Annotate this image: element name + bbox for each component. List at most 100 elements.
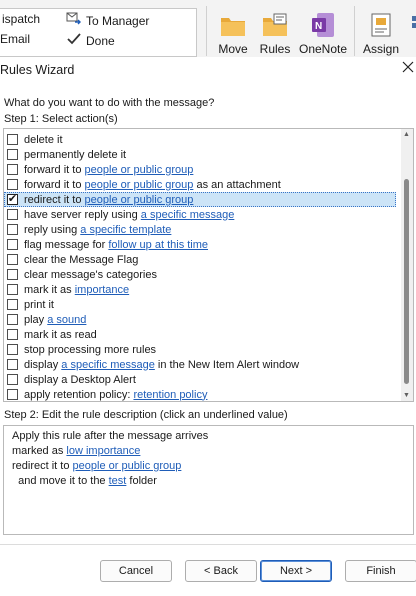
action-value-link[interactable]: people or public group <box>85 194 194 206</box>
rules-button[interactable]: Rules <box>252 6 298 56</box>
action-value-link[interactable]: retention policy <box>133 389 207 401</box>
action-item[interactable]: stop processing more rules <box>4 342 396 357</box>
action-text: redirect it to <box>24 193 85 206</box>
scrollbar-thumb[interactable] <box>404 179 409 384</box>
action-value-link[interactable]: follow up at this time <box>108 239 208 251</box>
rules-wizard-dialog: Rules Wizard What do you want to do with… <box>0 57 416 596</box>
action-checkbox[interactable] <box>7 224 18 235</box>
action-checkbox[interactable] <box>7 269 18 280</box>
description-value-link[interactable]: people or public group <box>73 460 182 472</box>
action-checkbox[interactable] <box>7 329 18 340</box>
action-checkbox[interactable] <box>7 164 18 175</box>
step2-label: Step 2: Edit the rule description (click… <box>4 409 288 421</box>
assign-label: Assign <box>362 42 400 56</box>
onenote-button[interactable]: N OneNote <box>297 6 349 56</box>
action-item[interactable]: forward it to people or public group <box>4 162 396 177</box>
description-line: Apply this rule after the message arrive… <box>12 430 208 442</box>
action-value-link[interactable]: people or public group <box>85 164 194 176</box>
action-text: forward it to <box>24 163 85 176</box>
action-item[interactable]: clear the Message Flag <box>4 252 396 267</box>
close-icon[interactable] <box>402 60 416 77</box>
action-checkbox[interactable] <box>7 344 18 355</box>
action-checkbox[interactable] <box>7 389 18 400</box>
action-text: permanently delete it <box>24 148 127 161</box>
action-item[interactable]: print it <box>4 297 396 312</box>
rules-label: Rules <box>259 42 291 56</box>
action-value-link[interactable]: a sound <box>47 314 86 326</box>
action-item[interactable]: have server reply using a specific messa… <box>4 207 396 222</box>
step1-label: Step 1: Select action(s) <box>4 113 118 125</box>
description-value-link[interactable]: low importance <box>66 445 140 457</box>
action-checkbox[interactable] <box>7 239 18 250</box>
scroll-up-arrow-icon[interactable]: ▲ <box>403 131 410 138</box>
action-item[interactable]: reply using a specific template <box>4 222 396 237</box>
action-checkbox[interactable] <box>7 314 18 325</box>
description-value-link[interactable]: test <box>109 475 127 487</box>
action-checkbox[interactable] <box>7 374 18 385</box>
quick-step-to-manager[interactable]: To Manager <box>66 12 149 29</box>
action-item[interactable]: display a Desktop Alert <box>4 372 396 387</box>
cancel-button[interactable]: Cancel <box>100 560 172 582</box>
button-divider <box>0 544 416 545</box>
action-checkbox[interactable] <box>7 254 18 265</box>
description-text: and move it to the <box>12 475 109 487</box>
question-label: What do you want to do with the message? <box>4 97 215 109</box>
action-value-link[interactable]: a specific template <box>80 224 171 236</box>
action-item[interactable]: ✔ redirect it to people or public group <box>4 192 396 207</box>
action-value-link[interactable]: a specific message <box>141 209 235 221</box>
description-line: and move it to the test folder <box>12 475 157 487</box>
action-checkbox[interactable] <box>7 149 18 160</box>
action-checkbox[interactable] <box>7 134 18 145</box>
action-value-link[interactable]: people or public group <box>85 179 194 191</box>
quick-step-done-label: Done <box>86 33 115 48</box>
rule-description-box: Apply this rule after the message arrive… <box>3 425 414 535</box>
action-checkbox[interactable] <box>7 284 18 295</box>
more-ribbon-button[interactable] <box>402 6 416 56</box>
action-item[interactable]: play a sound <box>4 312 396 327</box>
action-item[interactable]: display a specific message in the New It… <box>4 357 396 372</box>
action-checkbox[interactable] <box>7 359 18 370</box>
onenote-label: OneNote <box>298 42 348 56</box>
actions-scrollbar[interactable]: ▲ ▼ <box>401 129 413 401</box>
action-text: flag message for <box>24 238 109 251</box>
action-checkbox[interactable] <box>7 299 18 310</box>
action-item[interactable]: flag message for follow up at this time <box>4 237 396 252</box>
action-text: apply retention policy: <box>24 388 134 401</box>
next-button[interactable]: Next > <box>260 560 332 582</box>
action-item[interactable]: forward it to people or public group as … <box>4 177 396 192</box>
action-text: mark it as read <box>24 328 97 341</box>
ribbon-separator <box>206 6 207 56</box>
action-value-link[interactable]: importance <box>75 284 129 296</box>
action-checkbox[interactable] <box>7 179 18 190</box>
back-button[interactable]: < Back <box>185 560 257 582</box>
action-item[interactable]: permanently delete it <box>4 147 396 162</box>
action-text: play <box>24 313 48 326</box>
action-item[interactable]: mark it as importance <box>4 282 396 297</box>
finish-button[interactable]: Finish <box>345 560 416 582</box>
action-value-link[interactable]: a specific message <box>61 359 155 371</box>
action-item[interactable]: mark it as read <box>4 327 396 342</box>
actions-list[interactable]: delete it permanently delete it forward it… <box>3 128 414 402</box>
quick-step-dispatch[interactable]: ispatch <box>2 12 40 26</box>
description-line: marked as low importance <box>12 445 140 457</box>
dialog-title: Rules Wizard <box>0 63 75 77</box>
action-text: display <box>24 358 62 371</box>
action-text: display a Desktop Alert <box>24 373 136 386</box>
forward-arrow-icon <box>66 12 82 29</box>
action-checkbox[interactable]: ✔ <box>7 194 18 205</box>
move-button[interactable]: Move <box>210 6 256 56</box>
quick-step-email[interactable]: Email <box>0 32 30 46</box>
action-text: reply using <box>24 223 81 236</box>
assign-policy-icon <box>366 10 396 40</box>
grid-icon <box>402 10 416 40</box>
action-item[interactable]: apply retention policy: retention policy <box>4 387 396 401</box>
dialog-titlebar: Rules Wizard <box>0 57 416 83</box>
assign-policy-button[interactable]: Assign <box>358 6 404 56</box>
action-item[interactable]: delete it <box>4 132 396 147</box>
action-item[interactable]: clear message's categories <box>4 267 396 282</box>
action-text: stop processing more rules <box>24 343 157 356</box>
action-checkbox[interactable] <box>7 209 18 220</box>
onenote-icon: N <box>308 10 338 40</box>
scroll-down-arrow-icon[interactable]: ▼ <box>403 392 410 399</box>
quick-step-done[interactable]: Done <box>66 32 115 49</box>
